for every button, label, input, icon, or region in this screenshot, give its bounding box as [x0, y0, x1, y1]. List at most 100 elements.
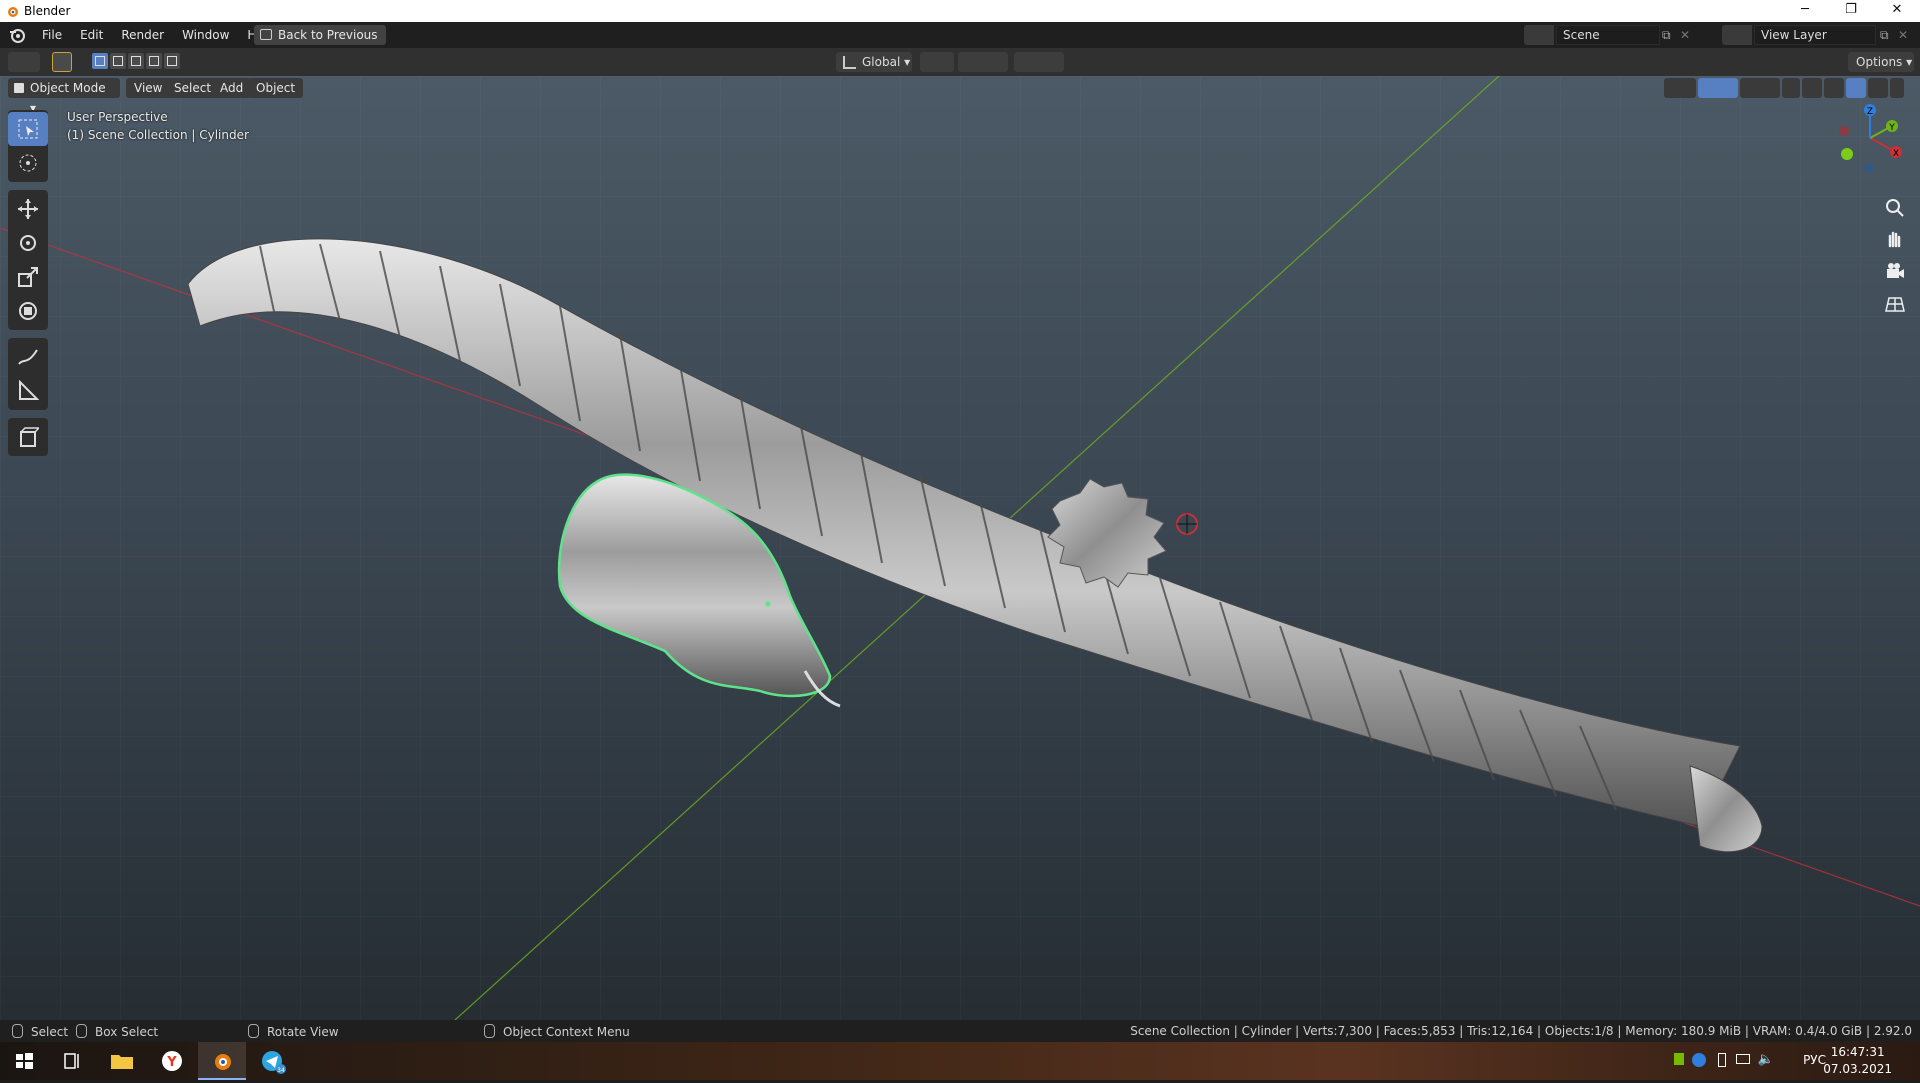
mouse-right-icon: [484, 1024, 495, 1038]
menu-file[interactable]: File: [34, 24, 70, 46]
gizmo-y-label: Y: [1888, 123, 1895, 133]
annotate-tool[interactable]: [8, 340, 48, 374]
collection-label: (1) Scene Collection | Cylinder: [67, 128, 249, 142]
view-layer-browse-icon[interactable]: [1722, 25, 1752, 45]
add-menu[interactable]: Add: [212, 78, 252, 98]
task-view-button[interactable]: [48, 1042, 96, 1080]
blender-taskbar-icon: [215, 1054, 231, 1070]
orientation-icon: [843, 56, 856, 69]
window-title: Blender: [24, 4, 71, 18]
object-menu[interactable]: Object: [248, 78, 304, 98]
delete-view-layer-icon[interactable]: ✕: [1898, 25, 1912, 45]
perspective-toggle-button[interactable]: [1881, 290, 1909, 318]
options-dropdown[interactable]: Options ▾: [1848, 52, 1914, 72]
scene-name-field[interactable]: Scene: [1556, 25, 1660, 45]
cursor-icon: [19, 154, 37, 172]
camera-view-button[interactable]: [1881, 258, 1909, 286]
object-mode-label: Object Mode: [30, 81, 106, 95]
pan-button[interactable]: [1881, 226, 1909, 254]
editor-type-button[interactable]: [8, 52, 40, 72]
move-tool[interactable]: [8, 192, 48, 226]
move-icon: [18, 199, 38, 219]
select-new-icon[interactable]: [92, 53, 108, 69]
view-menu[interactable]: View: [126, 78, 171, 98]
new-view-layer-icon[interactable]: ⧉: [1880, 25, 1896, 45]
shading-dropdown[interactable]: [1890, 78, 1904, 98]
wireframe-shading-button[interactable]: [1802, 78, 1822, 98]
camera-icon: [1887, 263, 1904, 278]
gizmo-z-label: Z: [1867, 107, 1873, 117]
blender-logo-icon: [8, 7, 18, 17]
volume-icon[interactable]: 🔈: [1758, 1052, 1774, 1067]
window-titlebar: Blender ─ ❐ ✕: [0, 0, 1920, 22]
rendered-shading-button[interactable]: [1868, 78, 1888, 98]
visibility-dropdown[interactable]: [1664, 78, 1696, 98]
solid-shading-button[interactable]: [1824, 78, 1844, 98]
annotate-icon: [18, 349, 38, 365]
telegram-badge: 34: [277, 1067, 285, 1074]
menu-render[interactable]: Render: [113, 24, 172, 46]
nvidia-icon[interactable]: [1674, 1053, 1684, 1065]
pivot-point-dropdown[interactable]: [920, 52, 954, 72]
snap-dropdown[interactable]: [958, 52, 1008, 72]
add-cube-icon: [20, 427, 39, 447]
orientation-label: Global: [862, 55, 901, 69]
menu-window[interactable]: Window: [174, 24, 237, 46]
gizmo-x-label: X: [1893, 149, 1899, 159]
clock-time: 16:47:31: [1830, 1045, 1885, 1059]
select-box-tool[interactable]: [8, 112, 48, 146]
select-intersect-icon[interactable]: [164, 53, 180, 69]
new-scene-icon[interactable]: ⧉: [1662, 25, 1678, 45]
cursor-tool[interactable]: [8, 146, 48, 180]
network-globe-icon[interactable]: [1692, 1053, 1706, 1067]
material-shading-button[interactable]: [1846, 78, 1866, 98]
blender-menu-icon[interactable]: [8, 26, 26, 44]
active-tool-button[interactable]: [52, 52, 72, 72]
close-button[interactable]: ✕: [1874, 0, 1920, 22]
mouse-left-icon: [12, 1024, 23, 1038]
navigation-gizmo[interactable]: X Y Z: [1830, 96, 1910, 176]
select-invert-icon[interactable]: [146, 53, 162, 69]
proportional-edit-dropdown[interactable]: [1014, 52, 1064, 72]
scale-tool[interactable]: [8, 260, 48, 294]
yandex-browser-button[interactable]: Y: [148, 1042, 196, 1080]
view-layer-name-field[interactable]: View Layer: [1754, 25, 1876, 45]
back-to-previous-button[interactable]: Back to Previous: [254, 25, 386, 45]
xray-toggle[interactable]: [1782, 78, 1800, 98]
transform-icon: [19, 302, 37, 320]
telegram-button[interactable]: 34: [248, 1042, 296, 1080]
status-context-menu: Object Context Menu: [484, 1024, 630, 1039]
grid-icon: [1885, 297, 1905, 312]
gizmo-toggle[interactable]: [1698, 78, 1738, 98]
telegram-icon: 34: [262, 1051, 286, 1074]
start-button[interactable]: [0, 1042, 48, 1080]
object-mode-icon: [14, 83, 24, 93]
svg-text:Y: Y: [166, 1055, 177, 1070]
select-extend-icon[interactable]: [110, 53, 126, 69]
minimize-button[interactable]: ─: [1782, 0, 1828, 22]
zoom-button[interactable]: [1881, 194, 1909, 222]
file-explorer-button[interactable]: [98, 1042, 146, 1080]
menu-edit[interactable]: Edit: [72, 24, 111, 46]
rotate-tool[interactable]: [8, 226, 48, 260]
measure-tool[interactable]: [8, 374, 48, 408]
viewport-info-overlay: User Perspective (1) Scene Collection | …: [67, 108, 249, 144]
restore-button[interactable]: ❐: [1828, 0, 1874, 22]
select-box-icon: [18, 119, 38, 139]
scene-browse-icon[interactable]: [1524, 25, 1554, 45]
object-mode-dropdown[interactable]: Object Mode ▾: [8, 78, 120, 115]
network-icon[interactable]: [1736, 1054, 1750, 1064]
top-menu-bar: File Edit Render Window Help Back to Pre…: [0, 22, 1920, 48]
delete-scene-icon[interactable]: ✕: [1680, 25, 1694, 45]
battery-icon[interactable]: [1718, 1053, 1726, 1067]
add-cube-tool[interactable]: [8, 420, 48, 454]
blender-taskbar-button[interactable]: [198, 1042, 246, 1080]
back-to-previous-label: Back to Previous: [278, 28, 378, 42]
transform-orientation-dropdown[interactable]: Global ▾: [836, 52, 912, 72]
hand-icon: [1888, 231, 1901, 248]
overlay-toggle[interactable]: [1740, 78, 1780, 98]
taskbar-clock[interactable]: 16:47:31 07.03.2021: [1823, 1044, 1892, 1078]
transform-tool[interactable]: [8, 294, 48, 328]
3d-viewport[interactable]: Object Mode ▾ View Select Add Object Use…: [0, 76, 1920, 1020]
select-subtract-icon[interactable]: [128, 53, 144, 69]
